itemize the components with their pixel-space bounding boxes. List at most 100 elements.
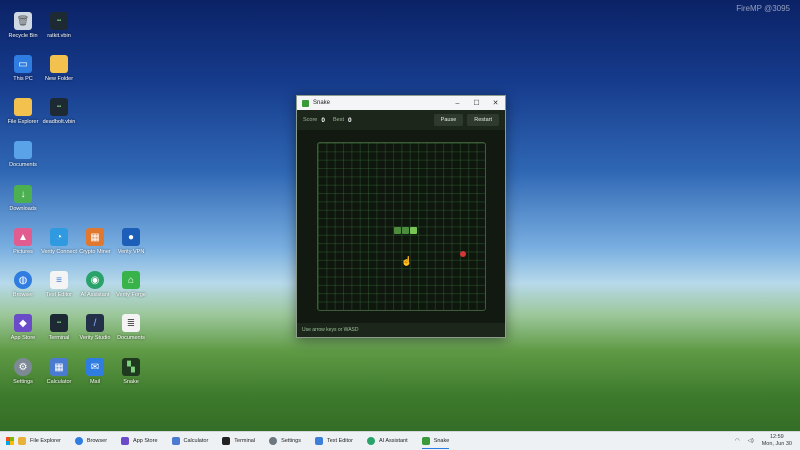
desktop-icon-file-explorer[interactable]: File Explorer	[3, 98, 43, 125]
taskbar: File Explorer Browser App Store Calculat…	[0, 431, 800, 450]
gear-icon	[269, 437, 278, 445]
maximize-button[interactable]: ☐	[467, 99, 486, 107]
ai-assistant-icon	[366, 437, 375, 445]
snake-body-segment	[394, 227, 401, 234]
score-label: Score	[303, 117, 318, 123]
game-board[interactable]	[317, 142, 486, 311]
best-label: Best	[333, 117, 345, 123]
desktop-icon-documents-app[interactable]: ≣ Documents	[111, 314, 151, 341]
text-editor-icon: ≡	[50, 271, 68, 289]
mail-icon: ✉	[86, 358, 104, 376]
gear-icon: ⚙	[14, 358, 32, 376]
miner-icon: ▦	[86, 228, 104, 246]
terminal-icon: ▪▪	[50, 12, 68, 30]
desktop-icon-downloads[interactable]: ↓ Downloads	[3, 185, 43, 212]
board-area	[297, 130, 505, 323]
calculator-icon	[171, 437, 180, 445]
taskbar-item-text-editor[interactable]: Text Editor	[314, 432, 353, 450]
desktop-icon-label: ratkit.vbin	[47, 33, 71, 39]
desktop-icon-label: Settings	[13, 379, 33, 385]
snake-icon	[421, 437, 430, 445]
taskbar-item-label: Terminal	[234, 438, 256, 444]
window-titlebar[interactable]: Snake – ☐ ✕	[297, 96, 505, 110]
desktop-icon-ratkit[interactable]: ▪▪ ratkit.vbin	[39, 12, 79, 39]
taskbar-item-ai-assistant[interactable]: AI Assistant	[366, 432, 408, 450]
terminal-icon: ▪▪	[50, 314, 68, 332]
taskbar-item-calculator[interactable]: Calculator	[171, 432, 209, 450]
calculator-icon: ▦	[50, 358, 68, 376]
desktop-icon-documents[interactable]: Documents	[3, 141, 43, 168]
terminal-icon: ▪▪	[50, 98, 68, 116]
globe-icon	[74, 437, 83, 445]
volume-icon[interactable]: ◁)	[748, 438, 754, 444]
start-button[interactable]	[6, 437, 14, 445]
desktop-icon-label: Pictures	[13, 249, 33, 255]
desktop-icon-label: deadbolt.vbin	[42, 119, 76, 125]
app-store-icon	[121, 437, 130, 445]
window-title: Snake	[313, 100, 331, 106]
taskbar-item-file-explorer[interactable]: File Explorer	[18, 432, 61, 450]
taskbar-item-label: App Store	[133, 438, 158, 444]
desktop-icon-recycle-bin[interactable]: 🗑 Recycle Bin	[3, 12, 43, 39]
folder-icon	[14, 141, 32, 159]
score-value: 0	[321, 116, 325, 124]
taskbar-item-browser[interactable]: Browser	[74, 432, 108, 450]
desktop-icon-label: New Folder	[44, 76, 74, 82]
desktop-icon-new-folder[interactable]: New Folder	[39, 55, 79, 82]
desktop-icon-label: Text Editor	[46, 292, 72, 298]
pc-icon: ▭	[14, 55, 32, 73]
snake-window: Snake – ☐ ✕ Score 0 Best 0 Pause Restart…	[296, 95, 506, 338]
desktop-icon-deadbolt[interactable]: ▪▪ deadbolt.vbin	[39, 98, 79, 125]
desktop-icon-terminal[interactable]: ▪▪ Terminal	[39, 314, 79, 341]
desktop-icon-label: Calculator	[46, 379, 72, 385]
taskbar-item-snake[interactable]: Snake	[421, 432, 450, 450]
desktop-icon-verity-studio[interactable]: / Verity Studio	[75, 314, 115, 341]
desktop-icon-this-pc[interactable]: ▭ This PC	[3, 55, 43, 82]
desktop-icon-settings[interactable]: ⚙ Settings	[3, 358, 43, 385]
desktop-icon-crypto-miner[interactable]: ▦ Crypto Miner	[75, 228, 115, 255]
taskbar-item-app-store[interactable]: App Store	[121, 432, 158, 450]
folder-icon	[18, 437, 26, 445]
watermark: FireMP @3095	[736, 4, 790, 13]
desktop-icon-ai-assistant[interactable]: ◉ AI Assistant	[75, 271, 115, 298]
desktop-icon-verity-forge[interactable]: ⌂ Verity Forge	[111, 271, 151, 298]
globe-icon: ◍	[14, 271, 32, 289]
folder-icon	[14, 98, 32, 116]
taskbar-item-label: Text Editor	[326, 438, 353, 444]
restart-button[interactable]: Restart	[467, 114, 499, 126]
taskbar-item-settings[interactable]: Settings	[269, 432, 301, 450]
desktop-icon-calculator[interactable]: ▦ Calculator	[39, 358, 79, 385]
text-editor-icon	[314, 437, 323, 445]
taskbar-item-terminal[interactable]: Terminal	[222, 432, 255, 450]
close-button[interactable]: ✕	[486, 99, 505, 107]
desktop-icon-label: Downloads	[9, 206, 37, 212]
minimize-button[interactable]: –	[448, 100, 467, 107]
taskbar-item-label: Snake	[433, 438, 450, 444]
desktop-icon-snake[interactable]: ▚ Snake	[111, 358, 151, 385]
desktop-icon-text-editor[interactable]: ≡ Text Editor	[39, 271, 79, 298]
best-value: 0	[348, 116, 352, 124]
clock[interactable]: 12:59 Mon, Jun 30	[762, 434, 792, 447]
pause-button[interactable]: Pause	[433, 114, 464, 126]
desktop-icon-mail[interactable]: ✉ Mail	[75, 358, 115, 385]
app-store-icon: ◆	[14, 314, 32, 332]
game-toolbar: Score 0 Best 0 Pause Restart	[297, 110, 505, 130]
desktop-icon-label: Verity VPN	[117, 249, 145, 255]
desktop-icon-label: AI Assistant	[80, 292, 110, 298]
desktop-icon-browser[interactable]: ◍ Browser	[3, 271, 43, 298]
desktop-icon-verity-vpn[interactable]: ● Verity VPN	[111, 228, 151, 255]
desktop-icon-app-store[interactable]: ◆ App Store	[3, 314, 43, 341]
desktop-icon-label: Crypto Miner	[79, 249, 111, 255]
wifi-icon[interactable]: ◠	[735, 438, 740, 444]
pictures-icon: ▲	[14, 228, 32, 246]
mouse-cursor-icon: ☝	[401, 256, 413, 266]
desktop-icon-label: Documents	[9, 162, 37, 168]
taskbar-item-label: Browser	[86, 438, 108, 444]
system-tray: ◠ ◁) 12:59 Mon, Jun 30	[727, 432, 792, 450]
desktop-icon-label: Documents	[117, 335, 145, 341]
desktop-icon-verity-connect[interactable]: ◔ Verity Connect	[39, 228, 79, 255]
forge-icon: ⌂	[122, 271, 140, 289]
desktop-icon-pictures[interactable]: ▲ Pictures	[3, 228, 43, 255]
taskbar-item-label: Calculator	[183, 438, 209, 444]
desktop-icon-label: Verity Studio	[79, 335, 111, 341]
